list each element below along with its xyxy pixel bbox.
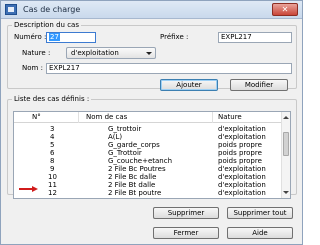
case-list-legend: Liste des cas définis : bbox=[14, 95, 90, 103]
case-nature: d'exploitation bbox=[218, 125, 266, 133]
nature-value: d'exploitation bbox=[71, 49, 119, 57]
case-name: A(L) bbox=[108, 133, 123, 141]
window-title: Cas de charge bbox=[23, 5, 81, 14]
case-list[interactable]: N° Nom de cas Nature 3 G_trottoir d'expl… bbox=[13, 111, 291, 199]
case-list-group: Liste des cas définis : N° Nom de cas Na… bbox=[7, 95, 297, 199]
list-item[interactable]: 4 A(L) d'exploitation bbox=[14, 133, 282, 141]
column-header-name[interactable]: Nom de cas bbox=[86, 113, 127, 121]
numero-value: 27 bbox=[49, 33, 60, 41]
close-window-button[interactable]: ✕ bbox=[272, 3, 298, 16]
add-button[interactable]: Ajouter bbox=[160, 79, 218, 91]
case-nature: d'exploitation bbox=[218, 173, 266, 181]
scroll-down-icon[interactable] bbox=[283, 189, 289, 196]
case-name: 2 File Bc dalle bbox=[108, 173, 157, 181]
arrow-shaft bbox=[19, 188, 33, 190]
column-header-number[interactable]: N° bbox=[32, 113, 41, 121]
case-name: 2 File Bt poutre bbox=[108, 189, 162, 197]
list-item[interactable]: 5 G_garde_corps poids propre bbox=[14, 141, 282, 149]
case-nature: poids propre bbox=[218, 157, 262, 165]
list-item[interactable]: 12 2 File Bt poutre d'exploitation bbox=[14, 189, 282, 197]
prefixe-label: Préfixe : bbox=[160, 33, 189, 41]
case-nature: d'exploitation bbox=[218, 181, 266, 189]
case-name: 2 File Bc Poutres bbox=[108, 165, 166, 173]
prefixe-field[interactable]: EXPL217 bbox=[218, 32, 292, 43]
close-button[interactable]: Fermer bbox=[153, 227, 219, 239]
title-bar: Cas de charge ✕ bbox=[1, 1, 302, 19]
case-nature: d'exploitation bbox=[218, 133, 266, 141]
case-name: G_trottoir bbox=[108, 125, 142, 133]
list-scrollbar[interactable] bbox=[281, 112, 290, 198]
list-header: N° Nom de cas Nature bbox=[14, 112, 282, 123]
case-name: 2 File Bt dalle bbox=[108, 181, 156, 189]
load-case-dialog: Cas de charge ✕ Description du cas Numér… bbox=[0, 0, 303, 245]
case-number: 11 bbox=[48, 181, 57, 189]
arrow-head bbox=[32, 186, 38, 192]
case-name: G_couche+etanch bbox=[108, 157, 173, 165]
list-item[interactable]: 11 2 File Bt dalle d'exploitation bbox=[14, 181, 282, 189]
column-header-nature[interactable]: Nature bbox=[218, 113, 242, 121]
delete-button[interactable]: Supprimer bbox=[153, 207, 219, 219]
case-nature: d'exploitation bbox=[218, 165, 266, 173]
delete-all-button[interactable]: Supprimer tout bbox=[227, 207, 293, 219]
case-nature: poids propre bbox=[218, 149, 262, 157]
case-number: 10 bbox=[48, 173, 57, 181]
description-legend: Description du cas bbox=[14, 21, 79, 29]
chevron-down-icon bbox=[146, 52, 152, 55]
list-item[interactable]: 3 G_trottoir d'exploitation bbox=[14, 125, 282, 133]
help-button[interactable]: Aide bbox=[227, 227, 293, 239]
case-number: 9 bbox=[50, 165, 55, 173]
column-divider bbox=[212, 112, 213, 123]
column-divider bbox=[78, 112, 79, 123]
list-item[interactable]: 10 2 File Bc dalle d'exploitation bbox=[14, 173, 282, 181]
case-name: G_Trottoir bbox=[108, 149, 142, 157]
list-item[interactable]: 8 G_couche+etanch poids propre bbox=[14, 157, 282, 165]
case-number: 5 bbox=[50, 141, 55, 149]
modify-button[interactable]: Modifier bbox=[230, 79, 288, 91]
case-nature: d'exploitation bbox=[218, 189, 266, 197]
scroll-up-icon[interactable] bbox=[283, 114, 289, 121]
scroll-thumb[interactable] bbox=[283, 132, 289, 156]
nature-label: Nature : bbox=[22, 49, 51, 57]
case-number: 12 bbox=[48, 189, 57, 197]
case-number: 6 bbox=[50, 149, 55, 157]
description-group: Description du cas Numéro : 27 Préfixe :… bbox=[7, 21, 297, 91]
list-item[interactable]: 6 G_Trottoir poids propre bbox=[14, 149, 282, 157]
list-item[interactable]: 9 2 File Bc Poutres d'exploitation bbox=[14, 165, 282, 173]
case-name: G_garde_corps bbox=[108, 141, 160, 149]
numero-field[interactable]: 27 bbox=[46, 32, 96, 43]
case-number: 8 bbox=[50, 157, 55, 165]
pointer-arrow-icon bbox=[19, 186, 39, 192]
case-nature: poids propre bbox=[218, 141, 262, 149]
app-icon bbox=[5, 4, 17, 15]
numero-label: Numéro : bbox=[14, 33, 47, 41]
case-number: 3 bbox=[50, 125, 55, 133]
nom-field[interactable]: EXPL217 bbox=[46, 63, 292, 74]
nature-select[interactable]: d'exploitation bbox=[66, 47, 156, 59]
case-number: 4 bbox=[50, 133, 55, 141]
nom-label: Nom : bbox=[22, 64, 43, 72]
